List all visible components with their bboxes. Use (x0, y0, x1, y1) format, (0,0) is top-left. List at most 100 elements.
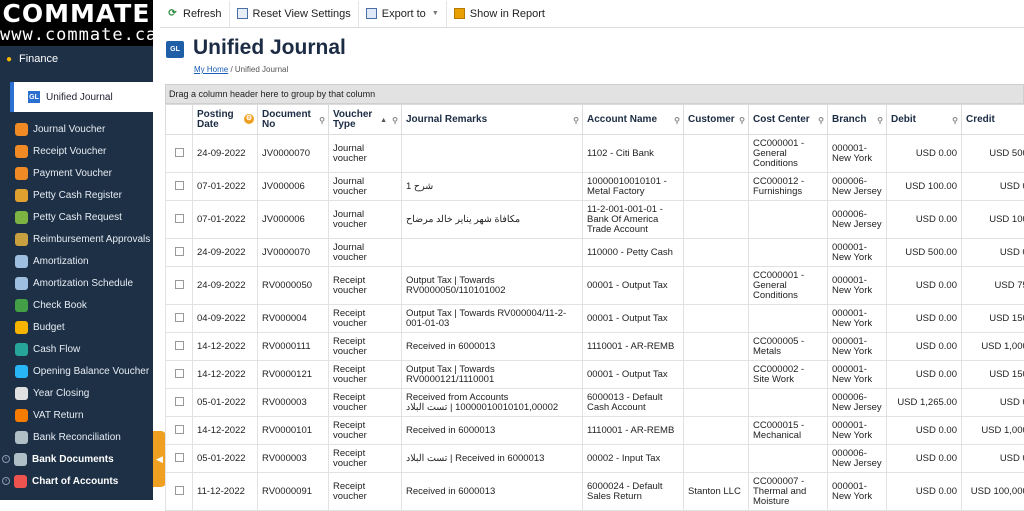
cell-voucher-type: Receipt voucher (329, 333, 402, 361)
sidebar-item-journal-voucher[interactable]: Journal Voucher (0, 118, 153, 140)
row-checkbox[interactable] (175, 369, 184, 378)
row-checkbox[interactable] (175, 313, 184, 322)
cell-customer: Stanton LLC (684, 473, 749, 511)
cell-cost-center: CC000007 - Thermal and Moisture (749, 473, 828, 511)
cell-voucher-type: Journal voucher (329, 135, 402, 173)
column-header-document-no[interactable]: Document No⚲ (258, 105, 329, 135)
sidebar-section-label: Finance (19, 53, 58, 65)
table-row[interactable]: 14-12-2022RV0000111Receipt voucherReceiv… (166, 333, 1024, 361)
cell-cost-center: CC000015 - Mechanical (749, 417, 828, 445)
sidebar-section-finance[interactable]: ● Finance (0, 46, 153, 72)
filter-icon[interactable]: ⚲ (319, 116, 325, 126)
row-checkbox[interactable] (175, 214, 184, 223)
sidebar-section-bank-documents[interactable]: ›Bank Documents (0, 448, 153, 470)
row-checkbox[interactable] (175, 397, 184, 406)
table-row[interactable]: 11-12-2022RV0000091Receipt voucherReceiv… (166, 473, 1024, 511)
filter-icon[interactable]: ⚲ (392, 116, 398, 126)
cell-branch: 000001- New York (828, 135, 887, 173)
export-label: Export to (382, 8, 426, 20)
cell-debit: USD 0.00 (887, 361, 962, 389)
row-checkbox[interactable] (175, 425, 184, 434)
cell-customer (684, 389, 749, 417)
column-header-label: Journal Remarks (406, 114, 487, 125)
table-row[interactable]: 14-12-2022RV0000121Receipt voucherOutput… (166, 361, 1024, 389)
column-header-credit[interactable]: Credit⚲ (962, 105, 1024, 135)
row-checkbox[interactable] (175, 280, 184, 289)
cell-branch: 000001- New York (828, 361, 887, 389)
table-row[interactable]: 24-09-2022RV0000050Receipt voucherOutput… (166, 267, 1024, 305)
logo-line2: www.commate.ca (0, 26, 153, 44)
cell-posting-date: 07-01-2022 (193, 173, 258, 201)
column-header-posting-date[interactable]: Posting Date⚙ (193, 105, 258, 135)
approval-icon (15, 233, 28, 246)
sidebar-item-receipt-voucher[interactable]: Receipt Voucher (0, 140, 153, 162)
column-header-debit[interactable]: Debit⚲ (887, 105, 962, 135)
filter-icon[interactable]: ⚲ (952, 116, 958, 126)
row-checkbox[interactable] (175, 247, 184, 256)
row-select-cell (166, 361, 193, 389)
column-header-voucher-type[interactable]: Voucher Type▲⚲ (329, 105, 402, 135)
sidebar-item-check-book[interactable]: Check Book (0, 294, 153, 316)
table-row[interactable]: 24-09-2022JV0000070Journal voucher110000… (166, 239, 1024, 267)
row-checkbox[interactable] (175, 148, 184, 157)
table-row[interactable]: 05-01-2022RV000003Receipt voucherReceive… (166, 445, 1024, 473)
breadcrumb-separator: / (228, 65, 235, 74)
cell-cost-center: CC000005 - Metals (749, 333, 828, 361)
sidebar-item-bank-reconciliation[interactable]: Bank Reconciliation (0, 426, 153, 448)
row-checkbox[interactable] (175, 486, 184, 495)
sidebar-item-cash-flow[interactable]: Cash Flow (0, 338, 153, 360)
table-row[interactable]: 05-01-2022RV000003Receipt voucherReceive… (166, 389, 1024, 417)
sidebar-item-vat-return[interactable]: VAT Return (0, 404, 153, 426)
sidebar-item-reimbursement-approvals[interactable]: Reimbursement Approvals (0, 228, 153, 250)
column-header-branch[interactable]: Branch ⚲ (828, 105, 887, 135)
column-header-customer[interactable]: Customer⚲ (684, 105, 749, 135)
sidebar-item-amortization-schedule[interactable]: Amortization Schedule (0, 272, 153, 294)
show-in-report-button[interactable]: Show in Report (447, 1, 552, 27)
sidebar-item-year-closing[interactable]: Year Closing (0, 382, 153, 404)
filter-icon[interactable]: ⚲ (739, 116, 745, 126)
table-row[interactable]: 14-12-2022RV0000101Receipt voucherReceiv… (166, 417, 1024, 445)
cell-journal-remarks: Received in 6000013 | تست البلاد (402, 445, 583, 473)
cell-posting-date: 07-01-2022 (193, 201, 258, 239)
cell-account-name: 00001 - Output Tax (583, 361, 684, 389)
column-header-account-name[interactable]: Account Name⚲ (583, 105, 684, 135)
breadcrumb-home-link[interactable]: My Home (194, 65, 228, 74)
export-to-dropdown[interactable]: Export to ▼ (359, 1, 447, 27)
sidebar-section-chart-of-accounts[interactable]: ›Chart of Accounts (0, 470, 153, 492)
bank-icon (15, 431, 28, 444)
row-checkbox[interactable] (175, 341, 184, 350)
table-row[interactable]: 07-01-2022JV000006Journal voucherمكافاة … (166, 201, 1024, 239)
cell-credit: USD 75.00 (962, 267, 1024, 305)
table-row[interactable]: 04-09-2022RV000004Receipt voucherOutput … (166, 305, 1024, 333)
column-header-journal-remarks[interactable]: Journal Remarks ⚲ (402, 105, 583, 135)
filter-icon[interactable]: ⚲ (674, 116, 680, 126)
sidebar-item-opening-balance-voucher[interactable]: Opening Balance Voucher (0, 360, 153, 382)
select-all-header[interactable] (166, 105, 193, 135)
filter-icon[interactable]: ⚲ (818, 116, 824, 126)
filter-icon[interactable]: ⚲ (877, 116, 883, 126)
sidebar-item-petty-cash-request[interactable]: Petty Cash Request (0, 206, 153, 228)
reset-view-settings-button[interactable]: Reset View Settings (230, 1, 359, 27)
group-by-panel[interactable]: Drag a column header here to group by th… (165, 84, 1024, 104)
filter-icon[interactable]: ⚲ (573, 116, 579, 126)
row-checkbox[interactable] (175, 181, 184, 190)
checkbook-icon (15, 299, 28, 312)
sort-ascending-icon[interactable]: ▲ (380, 116, 387, 126)
sidebar-item-budget[interactable]: Budget (0, 316, 153, 338)
table-row[interactable]: 24-09-2022JV0000070Journal voucher1102 -… (166, 135, 1024, 173)
sidebar-item-amortization[interactable]: Amortization (0, 250, 153, 272)
row-checkbox[interactable] (175, 453, 184, 462)
filter-active-icon[interactable]: ⚙ (244, 114, 254, 124)
vat-icon (15, 409, 28, 422)
sidebar-item-petty-cash-register[interactable]: Petty Cash Register (0, 184, 153, 206)
column-header-cost-center[interactable]: Cost Center⚲ (749, 105, 828, 135)
refresh-button[interactable]: ⟳ Refresh (160, 1, 230, 27)
cell-posting-date: 24-09-2022 (193, 239, 258, 267)
column-header-label: Branch (832, 114, 866, 125)
sidebar-item-unified-journal[interactable]: GL Unified Journal (10, 82, 153, 112)
table-row[interactable]: 07-01-2022JV000006Journal voucherشرح 110… (166, 173, 1024, 201)
sidebar-item-payment-voucher[interactable]: Payment Voucher (0, 162, 153, 184)
cell-cost-center (749, 445, 828, 473)
expand-icon: › (2, 455, 10, 463)
commate-logo[interactable]: COMMATE www.commate.ca (0, 0, 153, 46)
